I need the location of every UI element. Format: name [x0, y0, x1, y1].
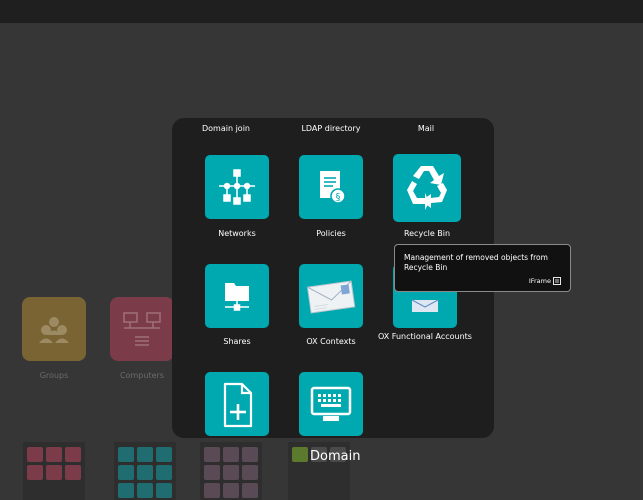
groups-icon	[39, 317, 69, 343]
network-icon	[219, 169, 255, 205]
new-document-app-tile[interactable]	[205, 372, 269, 436]
shared-folder-icon	[225, 283, 249, 311]
ox-contexts-label: OX Contexts	[306, 337, 356, 346]
iframe-icon	[553, 277, 561, 285]
networks-label: Networks	[218, 229, 256, 238]
policies-label: Policies	[316, 229, 346, 238]
monitor-keyboard-icon	[310, 386, 352, 421]
ox-contexts-app-tile[interactable]	[299, 264, 363, 328]
recycle-bin-tooltip: Management of removed objects from Recyc…	[394, 244, 571, 292]
recycle-bin-label: Recycle Bin	[403, 229, 451, 238]
new-document-icon	[223, 382, 253, 428]
groups-label: Groups	[39, 371, 69, 380]
shares-label: Shares	[223, 337, 251, 346]
monitor-app-tile[interactable]	[299, 372, 363, 436]
policy-document-icon: §	[320, 171, 346, 204]
recycle-bin-app-tile[interactable]	[393, 154, 461, 222]
ox-functional-accounts-label: OX Functional Accounts	[378, 332, 472, 341]
networks-app-tile[interactable]	[205, 155, 269, 219]
folder-title: Domain	[310, 449, 361, 464]
app-label-domain-join[interactable]: Domain join	[176, 124, 276, 133]
background-folder-2[interactable]	[114, 442, 176, 500]
background-folder-1[interactable]	[23, 442, 85, 500]
svg-text:§: §	[336, 192, 341, 203]
computers-icon	[123, 312, 161, 346]
policies-app-tile[interactable]: §	[299, 155, 363, 219]
tooltip-type: IFrame	[529, 277, 561, 285]
top-bar	[0, 0, 643, 23]
background-folder-3[interactable]	[200, 442, 262, 500]
groups-tile[interactable]	[22, 297, 86, 361]
tooltip-type-label: IFrame	[528, 277, 551, 285]
shares-app-tile[interactable]	[205, 264, 269, 328]
recycle-icon	[407, 166, 447, 210]
app-label-ldap-directory[interactable]: LDAP directory	[281, 124, 381, 133]
envelope-icon	[306, 280, 356, 314]
tooltip-description: Management of removed objects from Recyc…	[404, 253, 548, 272]
computers-tile[interactable]	[110, 297, 174, 361]
app-label-mail[interactable]: Mail	[376, 124, 476, 133]
